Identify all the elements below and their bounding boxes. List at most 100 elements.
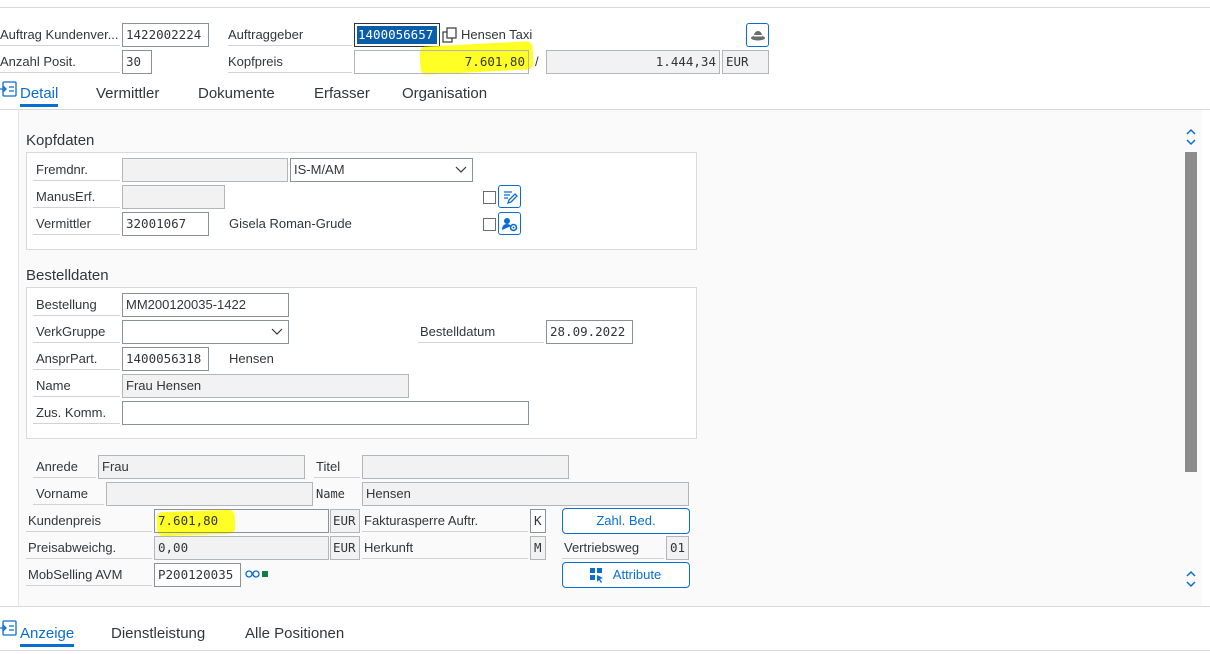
preisabw-underline bbox=[26, 558, 152, 559]
edit-note-button[interactable] bbox=[498, 185, 521, 208]
zahl-bed-button[interactable]: Zahl. Bed. bbox=[562, 508, 690, 534]
tab-organisation[interactable]: Organisation bbox=[402, 85, 487, 102]
auftraggeber-label: Auftraggeber bbox=[228, 27, 304, 42]
collapse-icon[interactable] bbox=[0, 80, 18, 98]
herkunft-field: M bbox=[530, 536, 546, 560]
preisabw-field: 0,00 bbox=[154, 536, 329, 560]
manuserf-label: ManusErf. bbox=[36, 189, 96, 204]
tab-erfasser[interactable]: Erfasser bbox=[314, 85, 370, 102]
ansprpart-name: Hensen bbox=[229, 351, 274, 366]
fremdnr-field[interactable] bbox=[122, 158, 288, 182]
vertriebsweg-label: Vertriebsweg bbox=[564, 540, 640, 555]
scroll-up-icon[interactable] bbox=[1184, 126, 1198, 148]
bestelldaten-title: Bestelldaten bbox=[26, 267, 109, 284]
vorname-label: Vorname bbox=[36, 486, 89, 501]
hat-button[interactable] bbox=[746, 23, 769, 47]
vermittler-underline bbox=[33, 234, 120, 235]
fremdnr-select-value: IS-M/AM bbox=[294, 162, 345, 177]
bottom-tab-border bbox=[0, 650, 1210, 651]
kundenpreis-label: Kundenpreis bbox=[28, 513, 101, 528]
kopfdaten-title: Kopfdaten bbox=[26, 132, 95, 149]
name-field: Frau Hensen bbox=[122, 374, 409, 398]
kopfpreis-underline bbox=[228, 72, 352, 73]
bestelldatum-label: Bestelldatum bbox=[420, 324, 496, 339]
anzahl-field[interactable]: 30 bbox=[122, 50, 152, 74]
vermittler-label: Vermittler bbox=[36, 216, 91, 231]
auftrag-field[interactable]: 1422002224 bbox=[122, 23, 209, 47]
hat-icon bbox=[750, 28, 766, 45]
fremdnr-underline bbox=[33, 180, 120, 181]
kopfpreis-field: 7.601,80 bbox=[354, 50, 529, 74]
kopfpreis2-field: 1.444,34 bbox=[546, 50, 720, 74]
zuskomm-label: Zus. Komm. bbox=[36, 405, 107, 420]
fakturasperre-underline bbox=[362, 531, 528, 532]
link-status-icon bbox=[245, 568, 273, 580]
verkgruppe-underline bbox=[33, 342, 120, 343]
name-underline bbox=[33, 396, 120, 397]
kundenpreis-field[interactable]: 7.601,80 bbox=[154, 509, 329, 533]
ansprpart-field[interactable]: 1400056318 bbox=[122, 347, 209, 371]
name2-label: Name bbox=[316, 487, 345, 501]
tab-alle-positionen[interactable]: Alle Positionen bbox=[245, 625, 344, 642]
anrede-underline bbox=[33, 477, 96, 478]
preisabw-currency: EUR bbox=[330, 536, 360, 560]
fremdnr-select[interactable]: IS-M/AM bbox=[290, 158, 473, 182]
copy-icon[interactable] bbox=[442, 26, 458, 44]
chevron-down-icon bbox=[455, 161, 467, 181]
preisabw-label: Preisabweichg. bbox=[28, 540, 117, 555]
scrollbar-thumb[interactable] bbox=[1185, 152, 1197, 472]
chevron-down-icon bbox=[271, 323, 283, 343]
vertriebsweg-field: 01 bbox=[666, 536, 689, 560]
mobselling-label: MobSelling AVM bbox=[28, 567, 123, 582]
attribute-button[interactable]: Attribute bbox=[562, 562, 690, 588]
kundenpreis-currency: EUR bbox=[330, 509, 360, 533]
vermittler-field[interactable]: 32001067 bbox=[122, 212, 209, 236]
collapse-icon-bottom[interactable] bbox=[0, 619, 18, 637]
bestellung-label: Bestellung bbox=[36, 297, 97, 312]
checkbox-1[interactable] bbox=[483, 191, 496, 204]
ansprpart-underline bbox=[33, 369, 120, 370]
checkbox-2[interactable] bbox=[483, 218, 496, 231]
titel-underline bbox=[314, 477, 360, 478]
tab-dienstleistung[interactable]: Dienstleistung bbox=[111, 625, 205, 642]
herkunft-underline bbox=[362, 558, 528, 559]
anzahl-label: Anzahl Posit. bbox=[0, 54, 76, 69]
vorname-underline bbox=[33, 504, 104, 505]
fakturasperre-label: Fakturasperre Auftr. bbox=[364, 513, 479, 528]
mobselling-field[interactable]: P200120035 bbox=[154, 563, 241, 587]
kopfpreis-separator: / bbox=[535, 54, 539, 69]
verkgruppe-select[interactable] bbox=[122, 320, 289, 344]
name-label: Name bbox=[36, 378, 71, 393]
auftraggeber-field[interactable]: 1400056657 bbox=[354, 23, 440, 47]
verkgruppe-label: VerkGruppe bbox=[36, 324, 106, 339]
auftrag-underline bbox=[0, 45, 120, 46]
auftraggeber-selected-text: 1400056657 bbox=[357, 26, 437, 44]
settings-person-button[interactable] bbox=[498, 212, 521, 235]
tab-dokumente[interactable]: Dokumente bbox=[198, 85, 275, 102]
bestellung-field[interactable]: MM200120035-1422 bbox=[122, 293, 289, 317]
herkunft-label: Herkunft bbox=[364, 540, 414, 555]
bestelldatum-field[interactable]: 28.09.2022 bbox=[546, 320, 633, 344]
fremdnr-label: Fremdnr. bbox=[36, 162, 89, 177]
kundenpreis-underline bbox=[26, 531, 152, 532]
vermittler-name: Gisela Roman-Grude bbox=[229, 216, 352, 231]
anrede-field: Frau bbox=[98, 455, 305, 479]
scroll-down-icon[interactable] bbox=[1184, 568, 1198, 590]
titel-label: Titel bbox=[316, 459, 341, 474]
fakturasperre-field[interactable]: K bbox=[530, 509, 546, 533]
vorname-field bbox=[106, 482, 313, 506]
manuserf-field[interactable] bbox=[122, 185, 225, 209]
name2-field: Hensen bbox=[362, 482, 689, 506]
zuskomm-field[interactable] bbox=[122, 401, 529, 425]
tab-detail[interactable]: Detail bbox=[20, 85, 59, 107]
kopfpreis-label: Kopfpreis bbox=[228, 54, 283, 69]
anzahl-underline bbox=[0, 72, 120, 73]
attribute-button-label: Attribute bbox=[612, 567, 662, 582]
attribute-icon bbox=[589, 567, 605, 591]
bestellung-underline bbox=[33, 315, 120, 316]
tab-vermittler[interactable]: Vermittler bbox=[96, 85, 159, 102]
edit-note-icon bbox=[502, 189, 518, 208]
auftraggeber-underline bbox=[228, 45, 352, 46]
tab-anzeige[interactable]: Anzeige bbox=[20, 625, 75, 647]
top-border bbox=[0, 7, 1210, 8]
